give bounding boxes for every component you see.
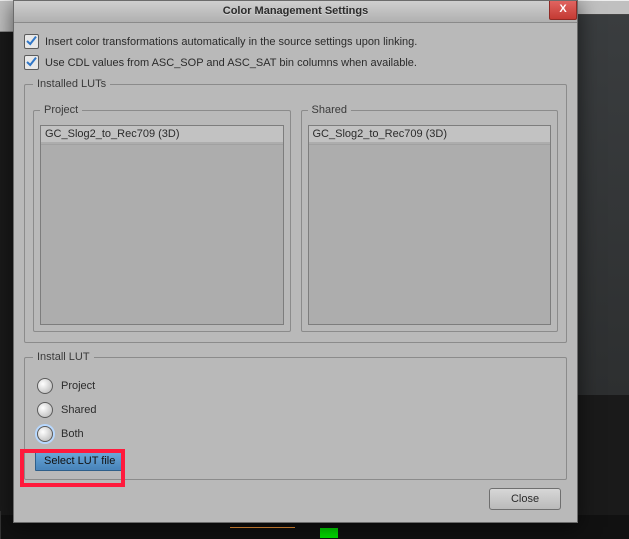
radio-row-project[interactable]: Project xyxy=(37,378,558,394)
window-close-button[interactable]: X xyxy=(549,1,577,20)
color-management-settings-dialog: Color Management Settings X Insert color… xyxy=(13,0,578,523)
project-luts-listbox[interactable]: GC_Slog2_to_Rec709 (3D) xyxy=(40,125,284,325)
bg-vstripe xyxy=(0,511,1,539)
check-icon xyxy=(25,55,38,68)
dialog-title: Color Management Settings xyxy=(14,1,577,22)
close-icon: X xyxy=(559,3,566,15)
installed-luts-fieldset: Installed LUTs Project GC_Slog2_to_Rec70… xyxy=(24,78,567,343)
install-lut-fieldset: Install LUT Project Shared Both Select L… xyxy=(24,351,567,480)
titlebar[interactable]: Color Management Settings X xyxy=(14,1,577,23)
project-luts-legend: Project xyxy=(40,104,82,116)
shared-luts-listbox[interactable]: GC_Slog2_to_Rec709 (3D) xyxy=(308,125,552,325)
shared-luts-legend: Shared xyxy=(308,104,351,116)
shared-luts-fieldset: Shared GC_Slog2_to_Rec709 (3D) xyxy=(301,104,559,332)
checkbox-insert-transforms[interactable] xyxy=(24,34,39,49)
project-luts-fieldset: Project GC_Slog2_to_Rec709 (3D) xyxy=(33,104,291,332)
installed-luts-legend: Installed LUTs xyxy=(33,78,110,90)
background-preview-panel xyxy=(577,14,629,395)
timeline-green-marker xyxy=(320,528,338,538)
timeline-orange-segment xyxy=(230,527,295,528)
radio-label: Project xyxy=(61,380,95,392)
radio-shared[interactable] xyxy=(37,402,53,418)
radio-row-both[interactable]: Both xyxy=(37,426,558,442)
dialog-footer: Close xyxy=(24,488,567,510)
radio-label: Both xyxy=(61,428,84,440)
select-lut-file-button[interactable]: Select LUT file xyxy=(35,451,124,471)
radio-row-shared[interactable]: Shared xyxy=(37,402,558,418)
check-icon xyxy=(25,34,38,47)
checkbox-row-use-cdl[interactable]: Use CDL values from ASC_SOP and ASC_SAT … xyxy=(24,55,567,70)
radio-label: Shared xyxy=(61,404,96,416)
close-button[interactable]: Close xyxy=(489,488,561,510)
radio-both[interactable] xyxy=(37,426,53,442)
checkbox-label: Insert color transformations automatical… xyxy=(45,36,417,48)
install-lut-legend: Install LUT xyxy=(33,351,94,363)
list-item[interactable]: GC_Slog2_to_Rec709 (3D) xyxy=(41,126,283,142)
checkbox-use-cdl[interactable] xyxy=(24,55,39,70)
checkbox-row-insert-transforms[interactable]: Insert color transformations automatical… xyxy=(24,34,567,49)
list-item[interactable]: GC_Slog2_to_Rec709 (3D) xyxy=(309,126,551,142)
checkbox-label: Use CDL values from ASC_SOP and ASC_SAT … xyxy=(45,57,417,69)
radio-project[interactable] xyxy=(37,378,53,394)
